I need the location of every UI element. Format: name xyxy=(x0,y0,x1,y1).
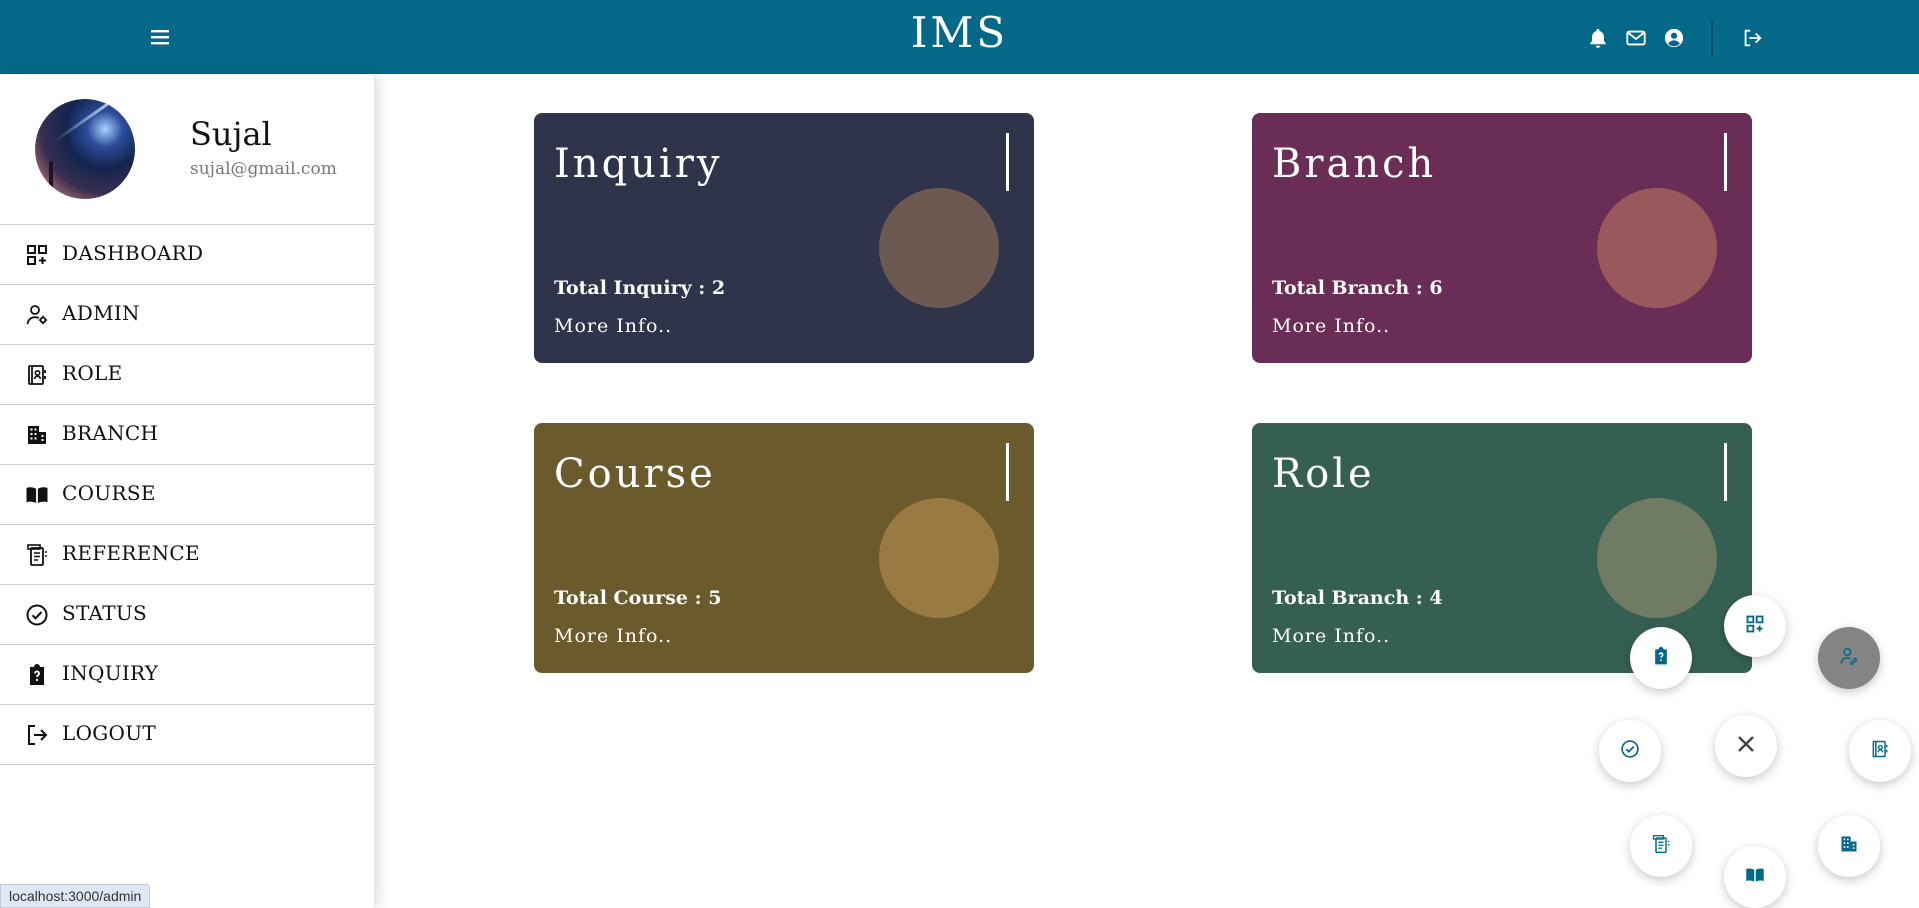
fab-dashboard-button[interactable] xyxy=(1724,595,1786,657)
sidebar-item-role[interactable]: ROLE xyxy=(0,345,375,405)
sidebar-item-dashboard[interactable]: DASHBOARD xyxy=(0,225,375,285)
admin-icon xyxy=(1839,646,1859,670)
top-header: IMS xyxy=(0,0,1919,74)
fab-admin-button[interactable] xyxy=(1818,627,1880,689)
more-info-link[interactable]: More Info.. xyxy=(1272,315,1390,337)
profile-name: Sujal xyxy=(190,115,272,153)
user-circle-icon[interactable] xyxy=(1661,25,1687,51)
fab-close-button[interactable] xyxy=(1715,715,1777,777)
sidebar-item-branch[interactable]: BRANCH xyxy=(0,405,375,465)
inquiry-icon xyxy=(25,663,49,687)
role-icon xyxy=(1870,739,1890,763)
sidebar: Sujal sujal@gmail.com DASHBOARD ADMIN RO… xyxy=(0,75,375,908)
reference-icon xyxy=(25,543,49,567)
sidebar-item-label: DASHBOARD xyxy=(62,241,204,265)
dashboard-icon xyxy=(1745,614,1765,638)
profile-email: sujal@gmail.com xyxy=(190,159,337,179)
sidebar-item-label: ADMIN xyxy=(62,301,140,325)
sidebar-item-inquiry[interactable]: INQUIRY xyxy=(0,645,375,705)
more-info-link[interactable]: More Info.. xyxy=(554,625,672,647)
sidebar-item-label: INQUIRY xyxy=(62,661,159,685)
close-icon xyxy=(1734,732,1758,760)
sidebar-item-course[interactable]: COURSE xyxy=(0,465,375,525)
more-info-link[interactable]: More Info.. xyxy=(1272,625,1390,647)
card-accent-bar xyxy=(1006,443,1009,501)
inquiry-icon xyxy=(1651,646,1671,670)
card-title: Course xyxy=(554,451,716,497)
card-accent-bar xyxy=(1724,443,1727,501)
header-divider xyxy=(1711,20,1713,56)
sidebar-item-label: COURSE xyxy=(62,481,156,505)
fab-branch-button[interactable] xyxy=(1818,815,1880,877)
fab-reference-button[interactable] xyxy=(1630,815,1692,877)
bell-icon[interactable] xyxy=(1585,25,1611,51)
avatar xyxy=(35,99,135,199)
status-icon xyxy=(25,603,49,627)
card-accent-bar xyxy=(1006,133,1009,191)
browser-status-url: localhost:3000/admin xyxy=(0,884,151,908)
fab-status-button[interactable] xyxy=(1599,720,1661,782)
card-circle xyxy=(1597,498,1717,618)
card-title: Inquiry xyxy=(554,141,723,187)
admin-icon xyxy=(25,303,49,327)
sidebar-item-reference[interactable]: REFERENCE xyxy=(0,525,375,585)
logout-icon[interactable] xyxy=(1739,25,1765,51)
card-title: Branch xyxy=(1272,141,1437,187)
logout-icon xyxy=(25,723,49,747)
card-circle xyxy=(879,498,999,618)
mail-icon[interactable] xyxy=(1623,25,1649,51)
sidebar-item-label: LOGOUT xyxy=(62,721,157,745)
branch-icon xyxy=(1839,834,1859,858)
card-title: Role xyxy=(1272,451,1375,497)
fab-inquiry-button[interactable] xyxy=(1630,627,1692,689)
reference-icon xyxy=(1651,834,1671,858)
card-total: Total Course : 5 xyxy=(554,587,722,609)
course-icon xyxy=(25,483,49,507)
branch-icon xyxy=(25,423,49,447)
sidebar-item-logout[interactable]: LOGOUT xyxy=(0,705,375,765)
dashboard-icon xyxy=(25,243,49,267)
fab-role-button[interactable] xyxy=(1849,720,1911,782)
card-circle xyxy=(1597,188,1717,308)
sidebar-item-label: STATUS xyxy=(62,601,147,625)
card-total: Total Inquiry : 2 xyxy=(554,277,726,299)
status-icon xyxy=(1620,739,1640,763)
sidebar-item-status[interactable]: STATUS xyxy=(0,585,375,645)
inquiry-card[interactable]: Inquiry Total Inquiry : 2 More Info.. xyxy=(534,113,1034,363)
role-icon xyxy=(25,363,49,387)
branch-card[interactable]: Branch Total Branch : 6 More Info.. xyxy=(1252,113,1752,363)
card-total: Total Branch : 4 xyxy=(1272,587,1443,609)
sidebar-item-label: REFERENCE xyxy=(62,541,200,565)
card-circle xyxy=(879,188,999,308)
sidebar-item-label: ROLE xyxy=(62,361,123,385)
sidebar-item-admin[interactable]: ADMIN xyxy=(0,285,375,345)
more-info-link[interactable]: More Info.. xyxy=(554,315,672,337)
profile-section: Sujal sujal@gmail.com xyxy=(0,75,375,225)
fab-course-button[interactable] xyxy=(1724,846,1786,908)
course-icon xyxy=(1745,865,1765,889)
card-accent-bar xyxy=(1724,133,1727,191)
card-total: Total Branch : 6 xyxy=(1272,277,1443,299)
course-card[interactable]: Course Total Course : 5 More Info.. xyxy=(534,423,1034,673)
sidebar-item-label: BRANCH xyxy=(62,421,159,445)
